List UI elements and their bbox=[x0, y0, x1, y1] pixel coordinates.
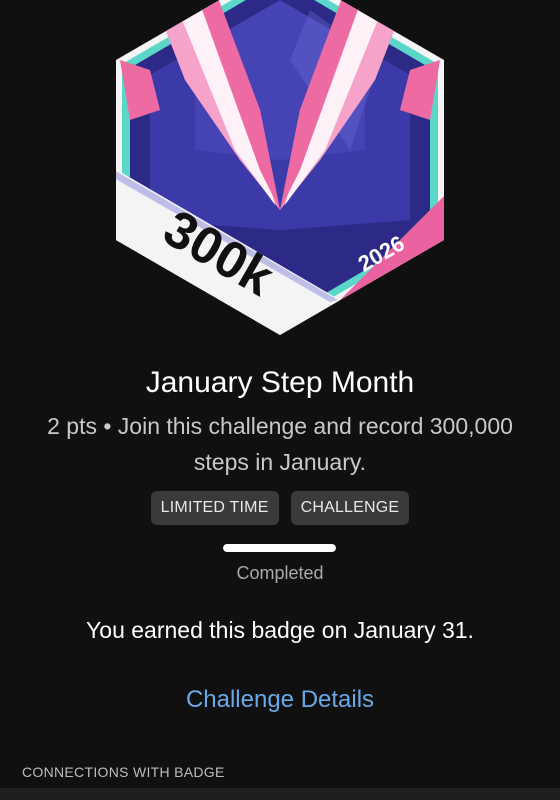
status-text: Completed bbox=[236, 563, 324, 583]
tag-limited-time: LIMITED TIME bbox=[150, 491, 279, 525]
progress-fill bbox=[223, 544, 336, 552]
badge-description: 2 pts • Join this challenge and record 3… bbox=[47, 413, 513, 475]
badge-title: January Step Month bbox=[145, 366, 415, 399]
tag-challenge: CHALLENGE bbox=[290, 491, 410, 525]
badge-image: 300k 2026 bbox=[110, 0, 450, 340]
list-top-strip bbox=[0, 788, 560, 800]
connections-header: CONNECTIONS WITH BADGE bbox=[22, 764, 225, 780]
earned-text: You earned this badge on January 31. bbox=[86, 617, 474, 643]
challenge-details-link[interactable]: Challenge Details bbox=[0, 686, 560, 714]
progress-bar bbox=[223, 544, 336, 552]
tag-list: LIMITED TIME CHALLENGE bbox=[0, 491, 560, 525]
